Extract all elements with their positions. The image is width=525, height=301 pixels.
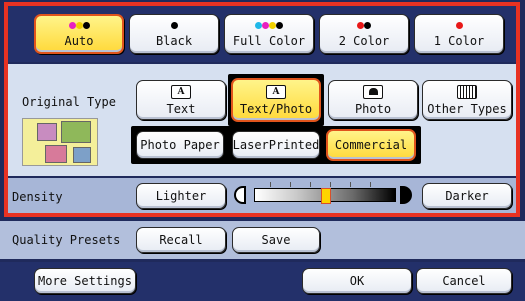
cancel-button[interactable]: Cancel bbox=[416, 268, 512, 294]
original-type-text-photo-button[interactable]: A Text/Photo bbox=[231, 78, 321, 122]
color-mode-label: 2 Color bbox=[338, 33, 390, 48]
photo-document-icon bbox=[363, 84, 383, 99]
original-type-label-text: Other Types bbox=[427, 101, 507, 116]
save-label: Save bbox=[261, 233, 291, 247]
more-settings-button[interactable]: More Settings bbox=[34, 268, 136, 294]
density-label: Density bbox=[12, 190, 63, 204]
color-mode-two-color-button[interactable]: 2 Color bbox=[319, 14, 409, 54]
ok-button[interactable]: OK bbox=[302, 268, 412, 294]
save-button[interactable]: Save bbox=[232, 227, 320, 253]
color-mode-black-button[interactable]: Black bbox=[129, 14, 219, 54]
original-type-photo-button[interactable]: Photo bbox=[328, 80, 418, 120]
darker-label: Darker bbox=[445, 189, 489, 203]
cancel-label: Cancel bbox=[442, 274, 486, 288]
color-mode-label: Black bbox=[155, 33, 193, 48]
color-mode-label: Full Color bbox=[232, 33, 306, 48]
color-mode-one-color-button[interactable]: 1 Color bbox=[414, 14, 504, 54]
black-dot-icon bbox=[170, 21, 178, 31]
recall-button[interactable]: Recall bbox=[136, 227, 226, 253]
more-settings-label: More Settings bbox=[38, 274, 132, 288]
full-color-dots-icon bbox=[255, 21, 283, 31]
text-photo-document-icon: A bbox=[266, 84, 286, 99]
lighter-label: Lighter bbox=[155, 189, 207, 203]
original-type-other-button[interactable]: Other Types bbox=[422, 80, 512, 120]
one-color-dot-icon bbox=[455, 21, 463, 31]
original-type-text-button[interactable]: A Text bbox=[136, 80, 226, 120]
recall-label: Recall bbox=[159, 233, 203, 247]
color-mode-auto-button[interactable]: Auto bbox=[34, 14, 124, 54]
auto-color-dots-icon bbox=[68, 21, 90, 31]
density-slider-handle[interactable] bbox=[321, 188, 331, 204]
subtype-label: LaserPrinted bbox=[232, 138, 320, 152]
ok-label: OK bbox=[349, 274, 365, 288]
original-type-label-text: Photo bbox=[354, 101, 392, 116]
two-color-dots-icon bbox=[357, 21, 371, 31]
text-document-icon: A bbox=[171, 84, 191, 99]
color-mode-full-color-button[interactable]: Full Color bbox=[224, 14, 314, 54]
color-mode-label: Auto bbox=[64, 33, 94, 48]
subtype-photo-paper-button[interactable]: Photo Paper bbox=[136, 131, 224, 159]
original-type-label-text: Text bbox=[166, 101, 196, 116]
subtype-label: Photo Paper bbox=[140, 138, 220, 152]
original-type-label-text: Text/Photo bbox=[239, 101, 313, 116]
subtype-laser-printed-button[interactable]: LaserPrinted bbox=[232, 131, 320, 159]
subtype-commercial-button[interactable]: Commercial bbox=[326, 129, 416, 161]
quality-presets-label: Quality Presets bbox=[12, 233, 121, 247]
grid-document-icon bbox=[457, 84, 477, 99]
original-type-label: Original Type bbox=[22, 95, 116, 109]
subtype-label: Commercial bbox=[334, 138, 408, 152]
density-light-end-icon bbox=[234, 186, 246, 204]
color-mode-label: 1 Color bbox=[433, 33, 485, 48]
original-preview-thumbnail bbox=[22, 118, 98, 166]
density-lighter-button[interactable]: Lighter bbox=[136, 183, 226, 209]
density-darker-button[interactable]: Darker bbox=[422, 183, 512, 209]
